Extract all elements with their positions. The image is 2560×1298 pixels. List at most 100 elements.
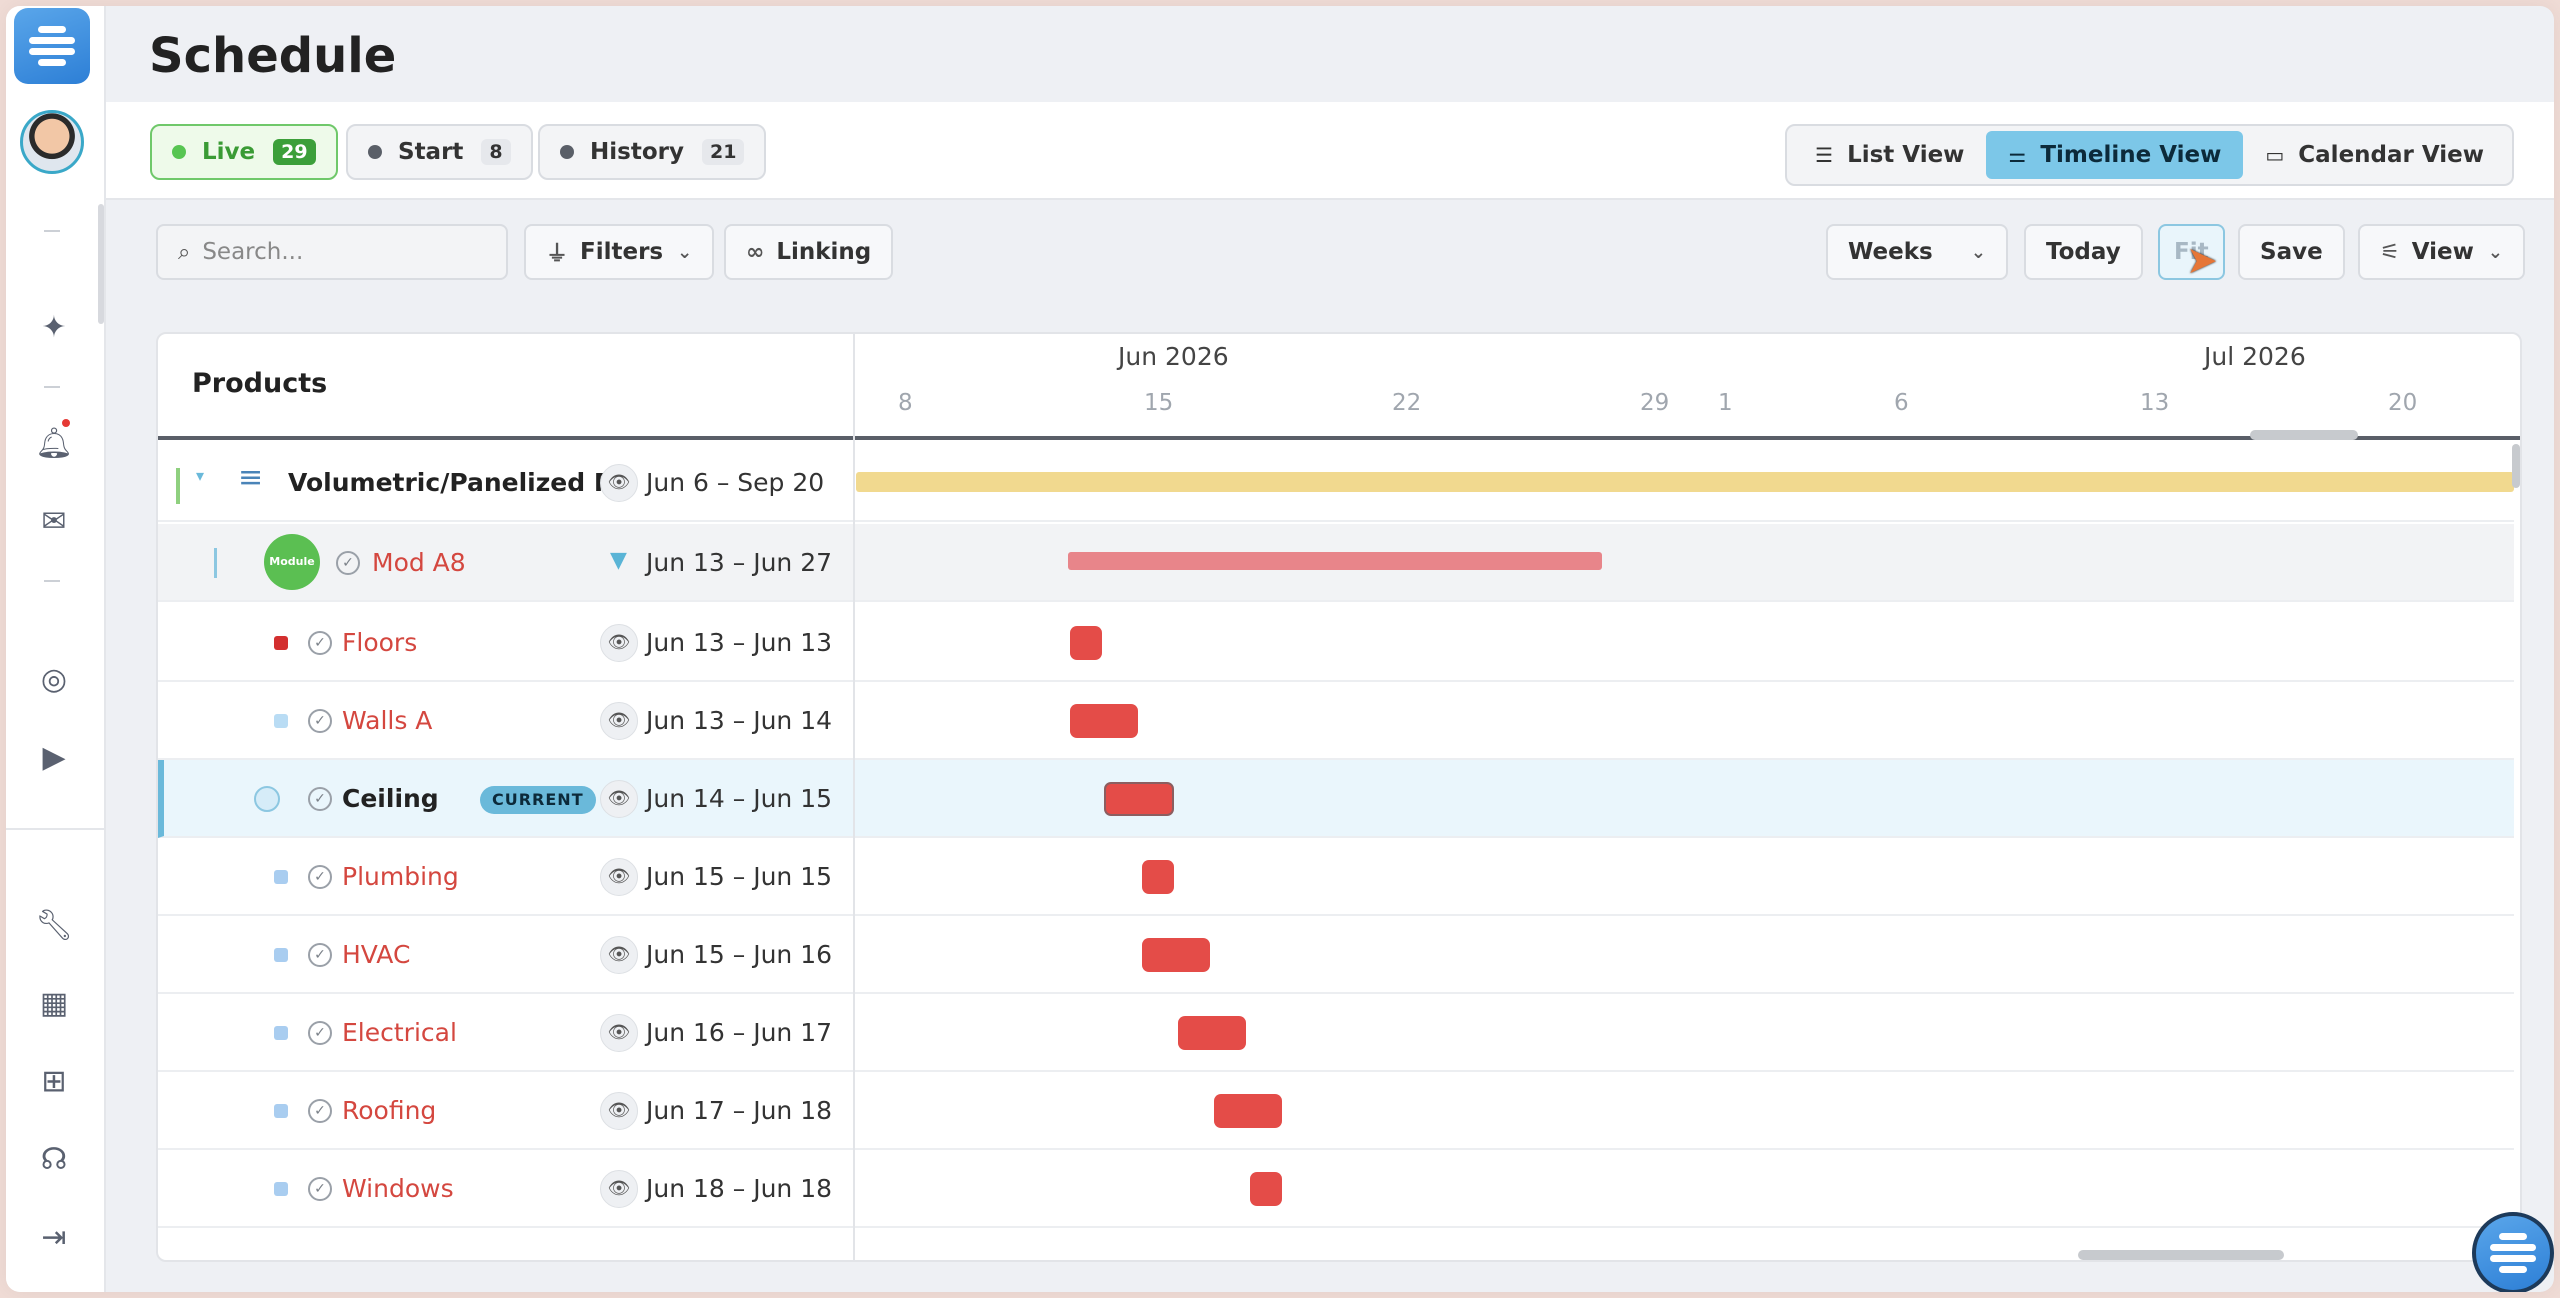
- wrench-icon[interactable]: 🔧︎: [34, 906, 74, 946]
- status-square: [274, 1104, 288, 1118]
- task-dates: Jun 13 – Jun 14: [646, 706, 833, 735]
- task-row[interactable]: ✓ Windows 👁︎ Jun 18 – Jun 18: [158, 1150, 2514, 1228]
- app-logo[interactable]: [14, 8, 90, 84]
- timeline-scrollbar-bottom[interactable]: [2078, 1250, 2284, 1260]
- grid-icon[interactable]: ▦: [34, 984, 74, 1024]
- eye-icon[interactable]: 👁︎: [600, 702, 638, 740]
- project-name: Volumetric/Panelized P...: [288, 468, 637, 497]
- save-button[interactable]: Save: [2238, 224, 2345, 280]
- eye-icon[interactable]: 👁︎: [600, 1170, 638, 1208]
- today-button[interactable]: Today: [2024, 224, 2143, 280]
- check-icon[interactable]: ✓: [308, 1021, 332, 1045]
- support-icon[interactable]: ☊: [34, 1140, 74, 1180]
- task-row[interactable]: ✓ Walls A 👁︎ Jun 13 – Jun 14: [158, 682, 2514, 760]
- column-divider[interactable]: [853, 334, 855, 1260]
- link-icon: ∞: [746, 239, 765, 265]
- task-row[interactable]: ✓ Roofing 👁︎ Jun 17 – Jun 18: [158, 1072, 2514, 1150]
- task-bar[interactable]: [1250, 1172, 1282, 1206]
- check-icon[interactable]: ✓: [308, 865, 332, 889]
- task-bar[interactable]: [1104, 782, 1174, 816]
- view-switcher: ☰ List View ⚌ Timeline View ▭ Calendar V…: [1785, 124, 2514, 186]
- mail-icon[interactable]: ✉: [34, 502, 74, 542]
- eye-icon[interactable]: 👁︎: [600, 936, 638, 974]
- task-dates: Jun 15 – Jun 15: [646, 862, 833, 891]
- calendar-icon: ▭: [2265, 143, 2285, 167]
- hierarchy-icon[interactable]: ⊞: [34, 1062, 74, 1102]
- task-row[interactable]: ✓ Floors 👁︎ Jun 13 – Jun 13: [158, 604, 2514, 682]
- logout-icon[interactable]: ⇥: [34, 1218, 74, 1258]
- filters-button[interactable]: ⏚ Filters ⌄: [524, 224, 715, 280]
- task-row[interactable]: ✓ HVAC 👁︎ Jun 15 – Jun 16: [158, 916, 2514, 994]
- task-name: Windows: [342, 1174, 454, 1203]
- sidebar-separator: [6, 828, 106, 830]
- live-pill-label: Live: [202, 139, 256, 165]
- gantt-vertical-scrollbar[interactable]: [2512, 444, 2520, 488]
- ai-sparkle-icon[interactable]: ✦: [34, 308, 74, 348]
- help-chat-button[interactable]: [2472, 1212, 2554, 1292]
- task-name: Roofing: [342, 1096, 437, 1125]
- menu-icon[interactable]: ≡: [238, 460, 263, 495]
- task-bar[interactable]: [1070, 626, 1102, 660]
- task-bar[interactable]: [1214, 1094, 1282, 1128]
- start-filter-pill[interactable]: Start 8: [346, 124, 533, 180]
- tab-list-view[interactable]: ☰ List View: [1793, 131, 1986, 179]
- status-square: [274, 948, 288, 962]
- history-pill-count: 21: [701, 139, 745, 165]
- eye-icon[interactable]: 👁︎: [600, 464, 638, 502]
- tab-timeline-view-label: Timeline View: [2040, 142, 2222, 168]
- day-label: 6: [1894, 390, 1909, 416]
- tab-timeline-view[interactable]: ⚌ Timeline View: [1986, 131, 2244, 179]
- day-label: 20: [2388, 390, 2418, 416]
- task-bar[interactable]: [1142, 938, 1210, 972]
- eye-icon[interactable]: 👁︎: [600, 1092, 638, 1130]
- check-icon[interactable]: ✓: [308, 1099, 332, 1123]
- task-name: Floors: [342, 628, 418, 657]
- task-bar[interactable]: [1070, 704, 1138, 738]
- task-row[interactable]: ✓ Electrical 👁︎ Jun 16 – Jun 17: [158, 994, 2514, 1072]
- history-filter-pill[interactable]: History 21: [538, 124, 767, 180]
- target-icon[interactable]: ◎: [34, 660, 74, 700]
- check-icon[interactable]: ✓: [308, 943, 332, 967]
- module-row[interactable]: Module ✓ Mod A8 ▼ Jun 13 – Jun 27: [158, 524, 2514, 602]
- day-label: 22: [1392, 390, 1422, 416]
- task-row[interactable]: ✓ Plumbing 👁︎ Jun 15 – Jun 15: [158, 838, 2514, 916]
- play-icon[interactable]: ▶: [34, 738, 74, 778]
- bell-icon[interactable]: 🔔︎: [34, 424, 74, 464]
- tab-calendar-view[interactable]: ▭ Calendar View: [2243, 131, 2506, 179]
- day-label: 15: [1144, 390, 1174, 416]
- check-icon[interactable]: ✓: [308, 631, 332, 655]
- today-label: Today: [2046, 239, 2121, 265]
- project-row[interactable]: ▾ ≡ Volumetric/Panelized P... 👁︎ Jun 6 –…: [158, 444, 2514, 522]
- eye-icon[interactable]: 👁︎: [600, 780, 638, 818]
- notification-dot: [62, 419, 70, 427]
- timeline-scrollbar-top[interactable]: [2250, 430, 2358, 440]
- check-icon[interactable]: ✓: [308, 1177, 332, 1201]
- eye-icon[interactable]: 👁︎: [600, 624, 638, 662]
- module-bar[interactable]: [1068, 552, 1602, 570]
- task-dates: Jun 16 – Jun 17: [646, 1018, 833, 1047]
- user-avatar[interactable]: [20, 110, 84, 174]
- search-input[interactable]: ⌕ Search...: [156, 224, 508, 280]
- check-icon[interactable]: ✓: [336, 551, 360, 575]
- eye-icon[interactable]: 👁︎: [600, 858, 638, 896]
- start-pill-label: Start: [398, 139, 464, 165]
- sidebar-scrollbar[interactable]: [98, 204, 104, 324]
- collapse-caret-icon[interactable]: ▾: [196, 466, 204, 485]
- task-row-current[interactable]: ✓ Ceiling CURRENT 👁︎ Jun 14 – Jun 15: [158, 760, 2514, 838]
- project-bar[interactable]: [856, 472, 2514, 492]
- linking-button[interactable]: ∞ Linking: [724, 224, 894, 280]
- live-filter-pill[interactable]: Live 29: [150, 124, 338, 180]
- task-bar[interactable]: [1142, 860, 1174, 894]
- check-icon[interactable]: ✓: [308, 709, 332, 733]
- timeline-icon: ⚌: [2008, 143, 2027, 167]
- search-icon: ⌕: [178, 239, 191, 265]
- status-ring: [254, 786, 280, 812]
- check-icon[interactable]: ✓: [308, 787, 332, 811]
- history-status-dot: [560, 145, 574, 159]
- scale-select[interactable]: Weeks ⌄: [1826, 224, 2008, 280]
- view-options-button[interactable]: ⚟ View ⌄: [2358, 224, 2525, 280]
- sliders-icon: ⚟: [2380, 239, 2400, 265]
- task-bar[interactable]: [1178, 1016, 1246, 1050]
- eye-icon[interactable]: 👁︎: [600, 1014, 638, 1052]
- sidebar-divider: [44, 386, 60, 388]
